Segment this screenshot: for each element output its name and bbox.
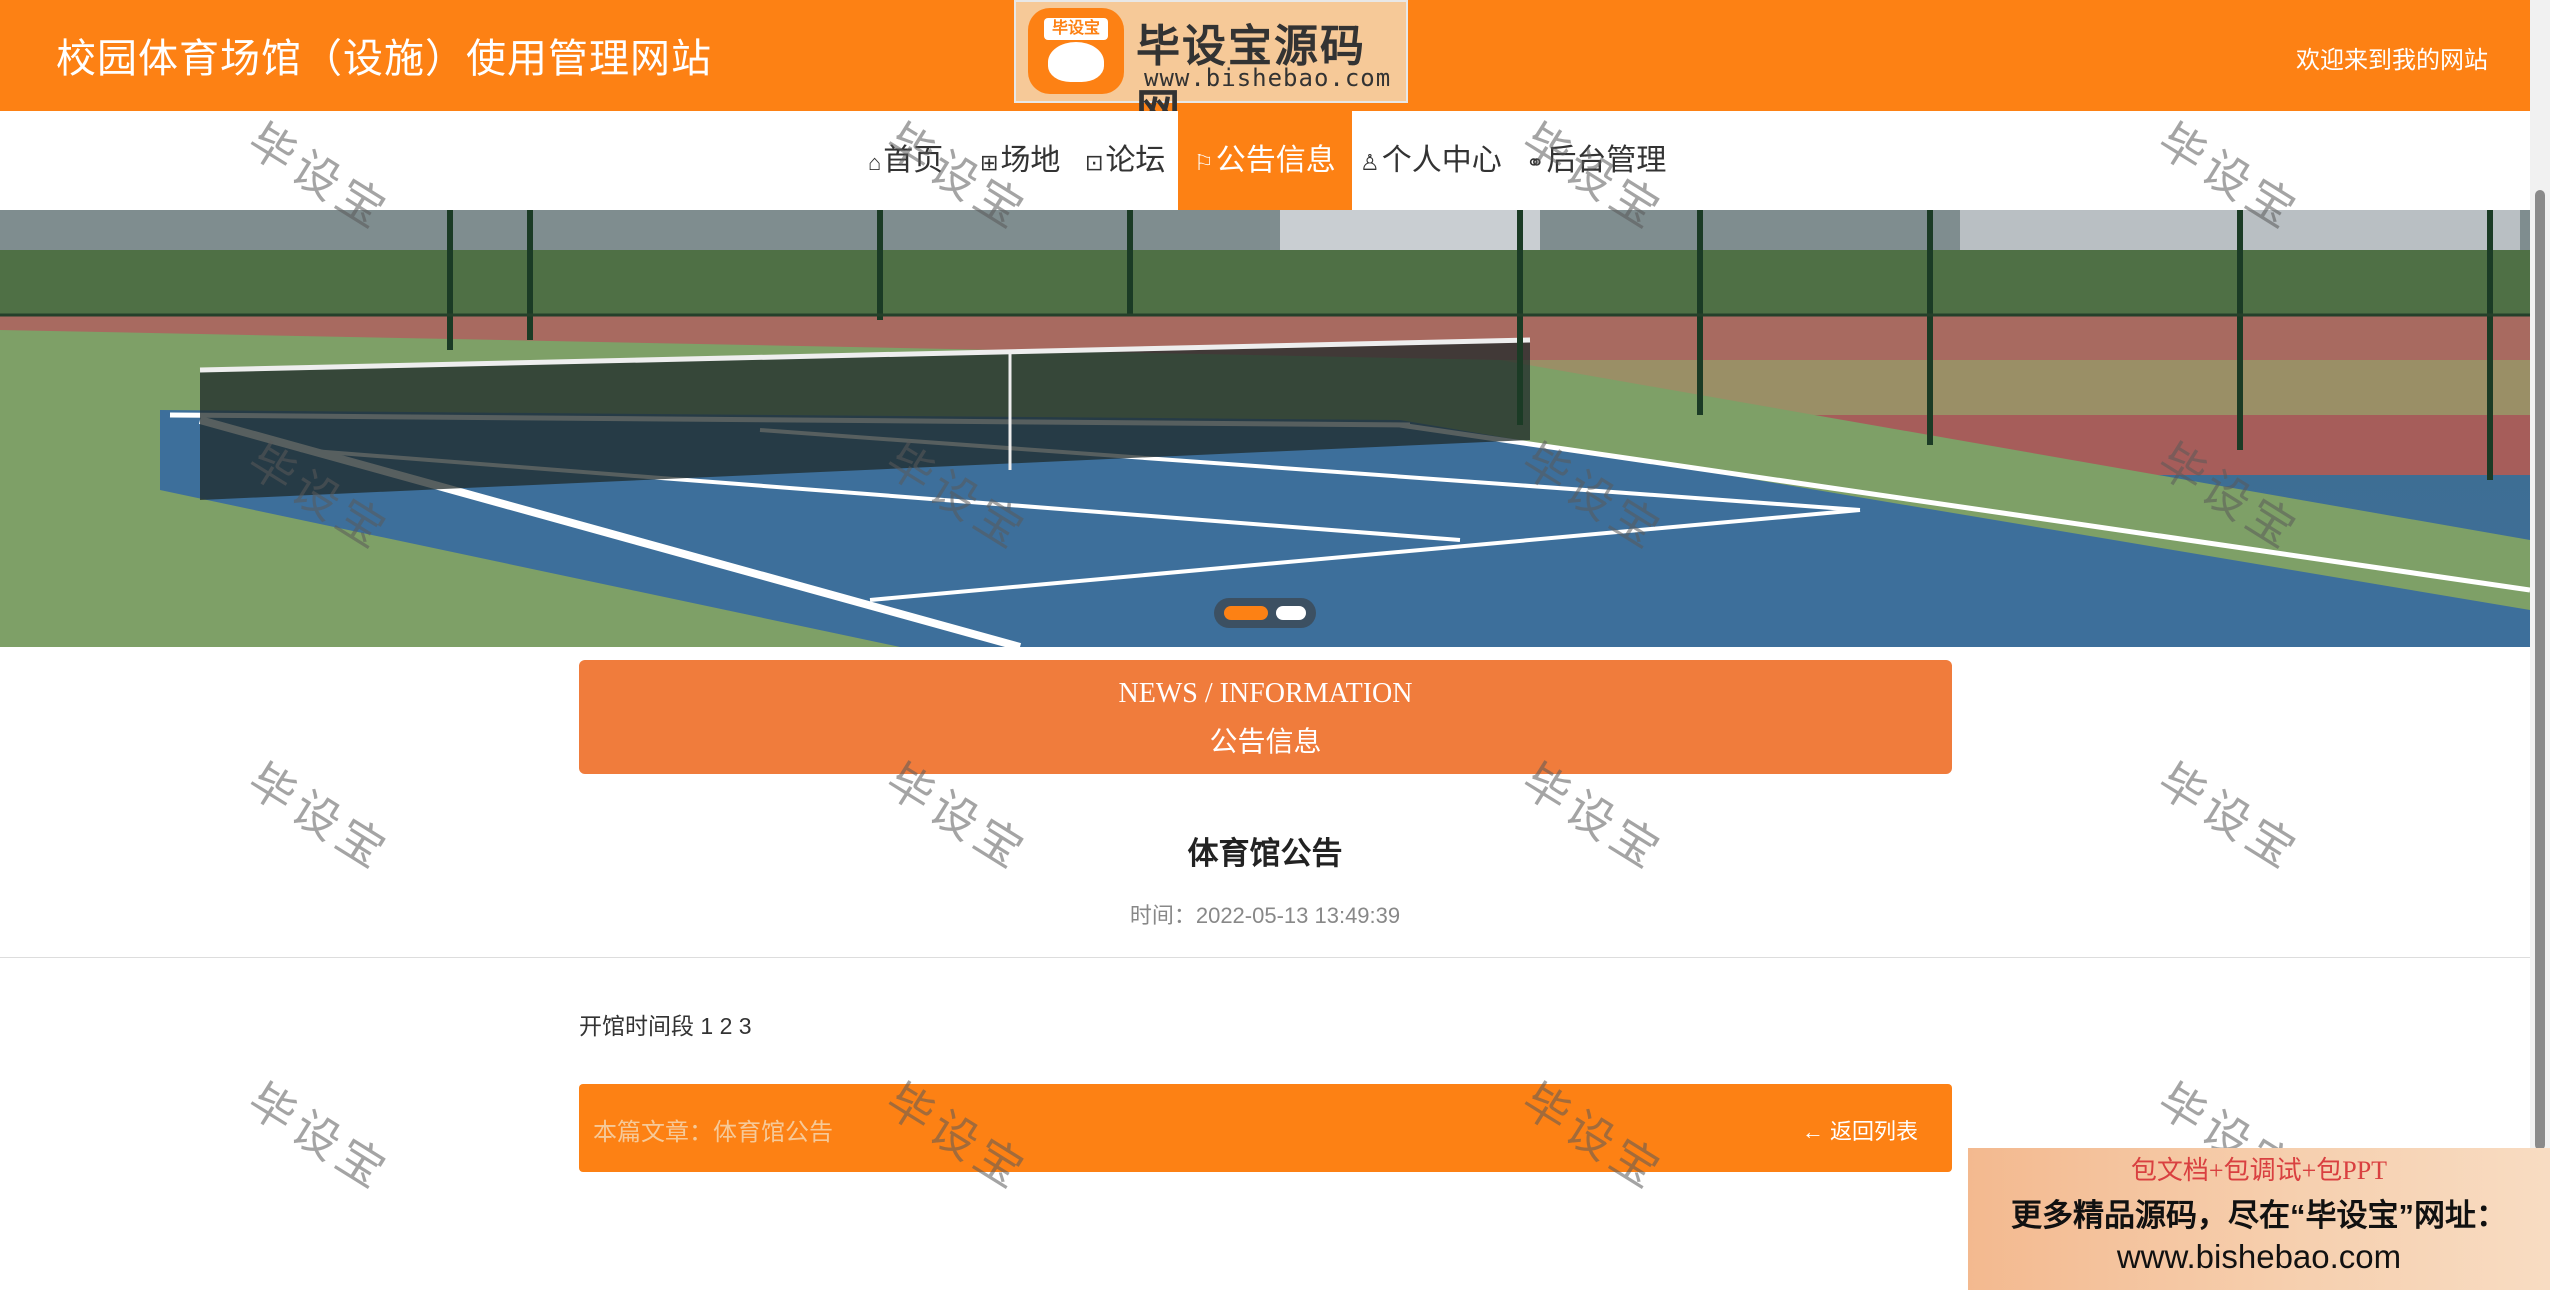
carousel-dot-active[interactable]	[1224, 606, 1268, 620]
tennis-court-image	[0, 210, 2530, 647]
logo-badge: 毕设宝	[1044, 18, 1108, 40]
nav-label: 个人中心	[1381, 144, 1502, 177]
ad-line-1: 包文档+包调试+包PPT	[2130, 1156, 2388, 1185]
link-icon: ⚭	[1526, 150, 1545, 175]
nav-item-profile[interactable]: ♙个人中心	[1360, 111, 1502, 211]
page-scrollbar[interactable]	[2530, 0, 2550, 1290]
nav-item-admin[interactable]: ⚭后台管理	[1526, 111, 1666, 211]
carousel-dot[interactable]	[1276, 606, 1306, 620]
article-body: 开馆时间段 1 2 3	[579, 1013, 752, 1039]
nav-item-notice[interactable]: ⚐公告信息	[1178, 111, 1352, 211]
news-title-cn: 公告信息	[1209, 727, 1322, 758]
current-article-label: 本篇文章：体育馆公告	[593, 1119, 833, 1146]
article-title: 体育馆公告	[1187, 836, 1343, 871]
scrollbar-thumb[interactable]	[2535, 190, 2545, 1150]
main-nav: ⌂首页 ⊞场地 ⊡论坛 ⚐公告信息 ♙个人中心 ⚭后台管理	[0, 111, 2530, 211]
nav-label: 论坛	[1105, 144, 1166, 177]
back-label: 返回列表	[1829, 1119, 1918, 1144]
news-header: NEWS / INFORMATION 公告信息	[579, 660, 1952, 774]
nav-label: 首页	[883, 144, 944, 177]
bishebao-logo: 毕设宝 毕设宝源码网 www.bishebao.com	[1014, 0, 1408, 135]
carousel-banner[interactable]	[0, 210, 2530, 647]
home-icon: ⌂	[868, 150, 882, 175]
back-to-list-button[interactable]: ← 返回列表	[1802, 1114, 1918, 1146]
nav-label: 场地	[1000, 144, 1061, 177]
news-title-en: NEWS / INFORMATION	[1118, 678, 1413, 709]
ad-line-2: 更多精品源码，尽在“毕设宝”网址：	[2011, 1198, 2507, 1233]
article-time: 时间：2022-05-13 13:49:39	[1129, 903, 1401, 928]
site-title[interactable]: 校园体育场馆（设施）使用管理网站	[56, 26, 712, 84]
flag-icon: ⚐	[1194, 150, 1214, 175]
divider	[0, 957, 2530, 958]
nav-label: 后台管理	[1546, 144, 1667, 177]
article-footer-bar: 本篇文章：体育馆公告 ← 返回列表	[579, 1084, 1952, 1172]
promo-ad[interactable]: 包文档+包调试+包PPT 更多精品源码，尽在“毕设宝”网址： www.bishe…	[1968, 1148, 2550, 1290]
welcome-text: 欢迎来到我的网站	[2296, 47, 2488, 74]
nav-item-home[interactable]: ⌂首页	[868, 111, 943, 211]
nav-item-venue[interactable]: ⊞场地	[980, 111, 1060, 211]
logo-url: www.bishebao.com	[1144, 64, 1392, 92]
venue-icon: ⊞	[980, 150, 999, 175]
mascot-icon: 毕设宝	[1028, 8, 1124, 94]
ad-line-3: www.bishebao.com	[2116, 1238, 2402, 1275]
forum-icon: ⊡	[1085, 150, 1104, 175]
nav-item-forum[interactable]: ⊡论坛	[1085, 111, 1165, 211]
carousel-indicators	[1214, 598, 1316, 628]
watermark: 毕设宝	[238, 1072, 400, 1202]
nav-label: 公告信息	[1215, 144, 1336, 177]
user-icon: ♙	[1360, 150, 1380, 175]
arrow-left-icon: ←	[1801, 1119, 1830, 1144]
